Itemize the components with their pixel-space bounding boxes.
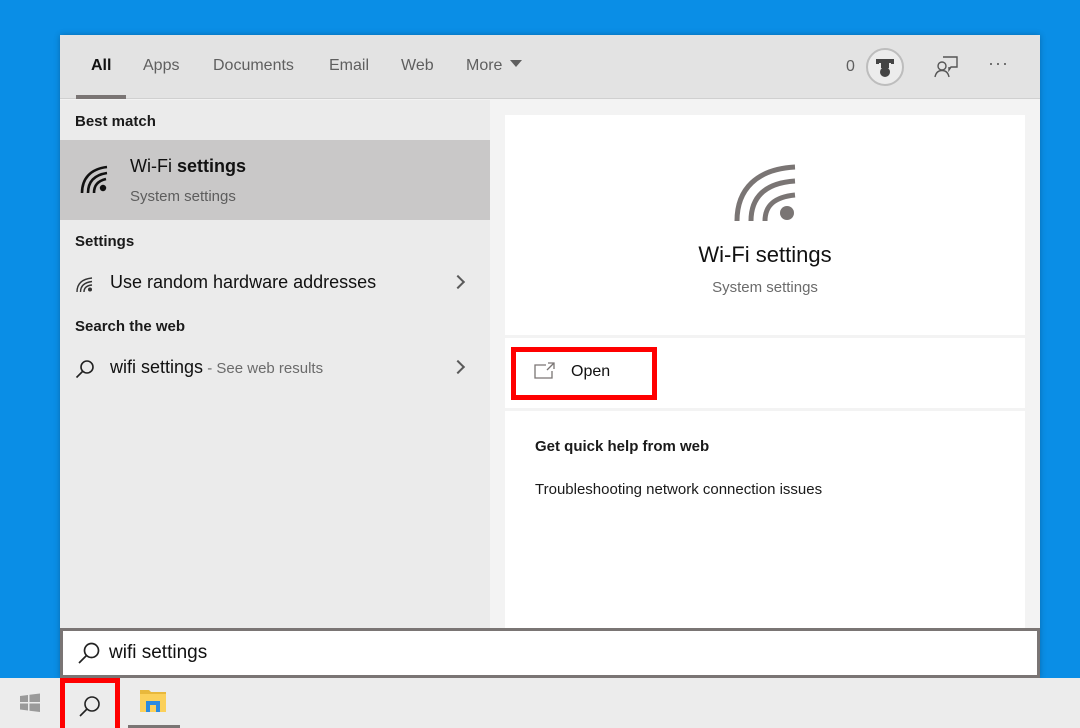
best-match-title-prefix: Wi-Fi bbox=[130, 156, 177, 176]
wifi-icon bbox=[80, 165, 108, 194]
more-options-icon[interactable]: ··· bbox=[988, 53, 1009, 74]
tab-more-label: More bbox=[466, 57, 503, 74]
windows-logo-icon bbox=[20, 693, 40, 712]
chevron-right-icon bbox=[450, 274, 466, 290]
search-box bbox=[60, 628, 1040, 678]
preview-header-card: Wi-Fi settings System settings bbox=[505, 115, 1025, 335]
tab-all[interactable]: All bbox=[91, 57, 111, 75]
preview-actions-card: Open bbox=[505, 338, 1025, 408]
wifi-icon bbox=[734, 164, 796, 222]
open-label: Open bbox=[571, 363, 611, 380]
search-icon bbox=[75, 360, 94, 379]
best-match-subtitle: System settings bbox=[130, 188, 236, 205]
reward-points-count: 0 bbox=[846, 58, 855, 75]
list-item-label: Use random hardware addresses bbox=[110, 272, 377, 292]
start-button[interactable] bbox=[0, 678, 60, 728]
search-icon bbox=[78, 642, 100, 664]
search-icon bbox=[79, 696, 100, 717]
trophy-icon[interactable] bbox=[866, 48, 904, 86]
help-link-troubleshooting[interactable]: Troubleshooting network connection issue… bbox=[535, 481, 822, 498]
best-match-header: Best match bbox=[75, 113, 156, 130]
feedback-icon[interactable] bbox=[934, 55, 960, 79]
tab-email[interactable]: Email bbox=[329, 57, 369, 75]
wifi-icon bbox=[76, 277, 93, 293]
best-match-title: Wi-Fi settings bbox=[130, 156, 246, 177]
web-search-label: wifi settings - See web results bbox=[110, 357, 323, 378]
search-web-header: Search the web bbox=[75, 318, 186, 335]
search-scope-tabs: All Apps Documents Email Web More 0 ··· bbox=[60, 35, 1040, 99]
web-search-suffix: - See web results bbox=[203, 360, 324, 377]
taskbar-search-button[interactable] bbox=[60, 678, 120, 728]
best-match-result[interactable]: Wi-Fi settings System settings bbox=[60, 140, 490, 220]
tab-documents[interactable]: Documents bbox=[213, 57, 294, 75]
quick-help-title: Get quick help from web bbox=[535, 438, 710, 455]
open-button[interactable]: Open bbox=[511, 347, 657, 400]
search-panel: All Apps Documents Email Web More 0 ··· … bbox=[60, 35, 1040, 678]
taskbar bbox=[0, 678, 1080, 728]
list-item-random-hardware-addresses[interactable]: Use random hardware addresses bbox=[60, 263, 490, 303]
folder-icon bbox=[140, 690, 166, 712]
chevron-right-icon bbox=[450, 359, 466, 375]
results-list: Best match Wi-Fi settings System setting… bbox=[60, 100, 490, 628]
tab-web[interactable]: Web bbox=[401, 57, 434, 75]
active-tab-indicator bbox=[76, 95, 126, 99]
caret-down-icon bbox=[510, 60, 523, 68]
preview-subtitle: System settings bbox=[712, 279, 818, 296]
open-external-icon bbox=[534, 362, 555, 379]
tab-more[interactable]: More bbox=[466, 57, 523, 75]
web-search-query: wifi settings bbox=[110, 357, 204, 377]
preview-title: Wi-Fi settings bbox=[698, 242, 832, 267]
quick-help-card: Get quick help from web Troubleshooting … bbox=[505, 411, 1025, 628]
file-explorer-button[interactable] bbox=[128, 678, 180, 728]
best-match-title-bold: settings bbox=[176, 156, 246, 176]
search-input[interactable] bbox=[109, 638, 1009, 668]
settings-header: Settings bbox=[75, 233, 135, 250]
tab-apps[interactable]: Apps bbox=[143, 57, 179, 75]
list-item-web-search[interactable]: wifi settings - See web results bbox=[60, 348, 490, 388]
